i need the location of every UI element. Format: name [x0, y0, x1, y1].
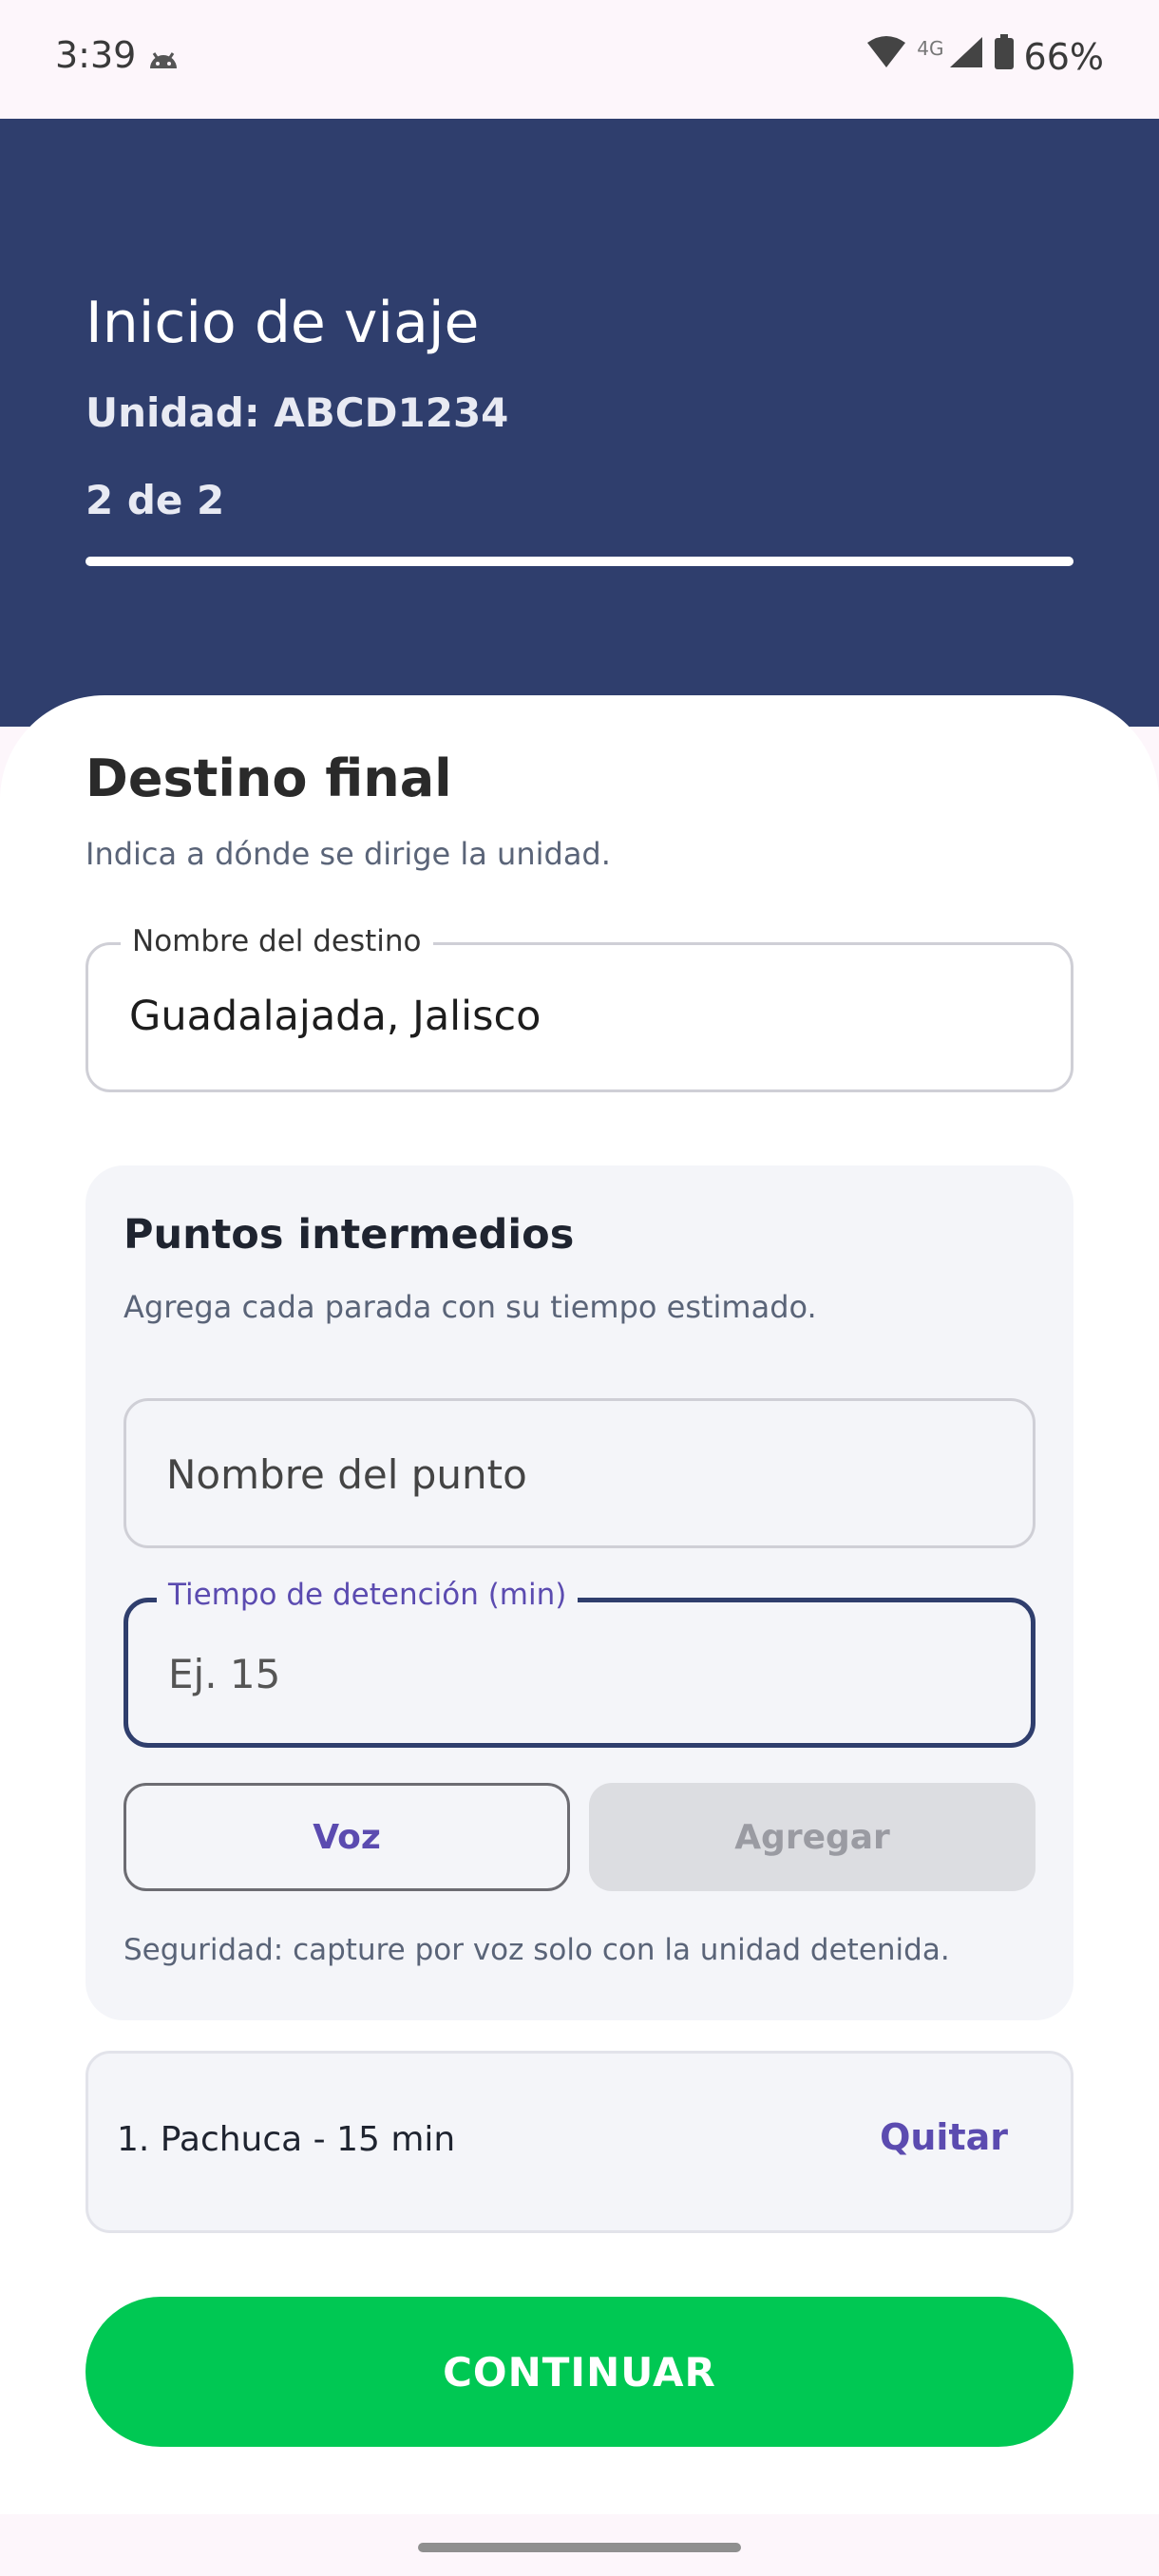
battery-icon [994, 34, 1015, 79]
waypoint-name-field[interactable] [124, 1398, 1036, 1548]
stop-item-text: 1. Pachuca - 15 min [117, 2120, 456, 2159]
remove-stop-button[interactable]: Quitar [880, 2116, 1008, 2158]
destination-name-field[interactable]: Nombre del destino Guadalajada, Jalisco [86, 924, 1074, 1092]
waypoints-subtitle: Agrega cada parada con su tiempo estimad… [124, 1289, 817, 1325]
waypoint-name-input[interactable] [164, 1401, 985, 1547]
destination-subtitle: Indica a dónde se dirige la unidad. [86, 836, 611, 872]
safety-note: Seguridad: capture por voz solo con la u… [124, 1933, 950, 1967]
destination-name-label: Nombre del destino [121, 924, 433, 958]
wifi-icon [865, 35, 907, 78]
home-indicator[interactable] [418, 2543, 741, 2552]
status-bar: 3:39 4G 66% [0, 0, 1159, 119]
list-item: 1. Pachuca - 15 min Quitar [86, 2051, 1074, 2233]
content-sheet: Destino final Indica a dónde se dirige l… [0, 695, 1159, 2514]
stop-time-field[interactable]: Tiempo de detención (min) [124, 1578, 1036, 1748]
destination-name-value: Guadalajada, Jalisco [129, 993, 542, 1040]
trip-header: Inicio de viaje Unidad: ABCD1234 2 de 2 [0, 119, 1159, 727]
navigation-bar [0, 2514, 1159, 2576]
signal-icon [948, 35, 984, 78]
step-progress-bar [86, 557, 1074, 566]
step-indicator: 2 de 2 [86, 477, 225, 523]
add-waypoint-button[interactable]: Agregar [589, 1783, 1036, 1891]
unit-label: Unidad: ABCD1234 [86, 389, 509, 436]
network-type: 4G [917, 36, 944, 60]
waypoints-title: Puntos intermedios [124, 1211, 575, 1259]
destination-title: Destino final [86, 748, 452, 808]
step-progress-fill [86, 557, 1074, 566]
continue-button[interactable]: CONTINUAR [86, 2297, 1074, 2447]
stop-time-input[interactable] [166, 1602, 987, 1745]
android-notification-icon [144, 42, 182, 84]
status-time: 3:39 [55, 34, 137, 76]
status-icons: 4G 66% [865, 34, 1104, 79]
page-title: Inicio de viaje [86, 290, 480, 356]
battery-level: 66% [1023, 35, 1104, 78]
waypoints-card: Puntos intermedios Agrega cada parada co… [86, 1165, 1074, 2020]
voice-input-button[interactable]: Voz [124, 1783, 570, 1891]
